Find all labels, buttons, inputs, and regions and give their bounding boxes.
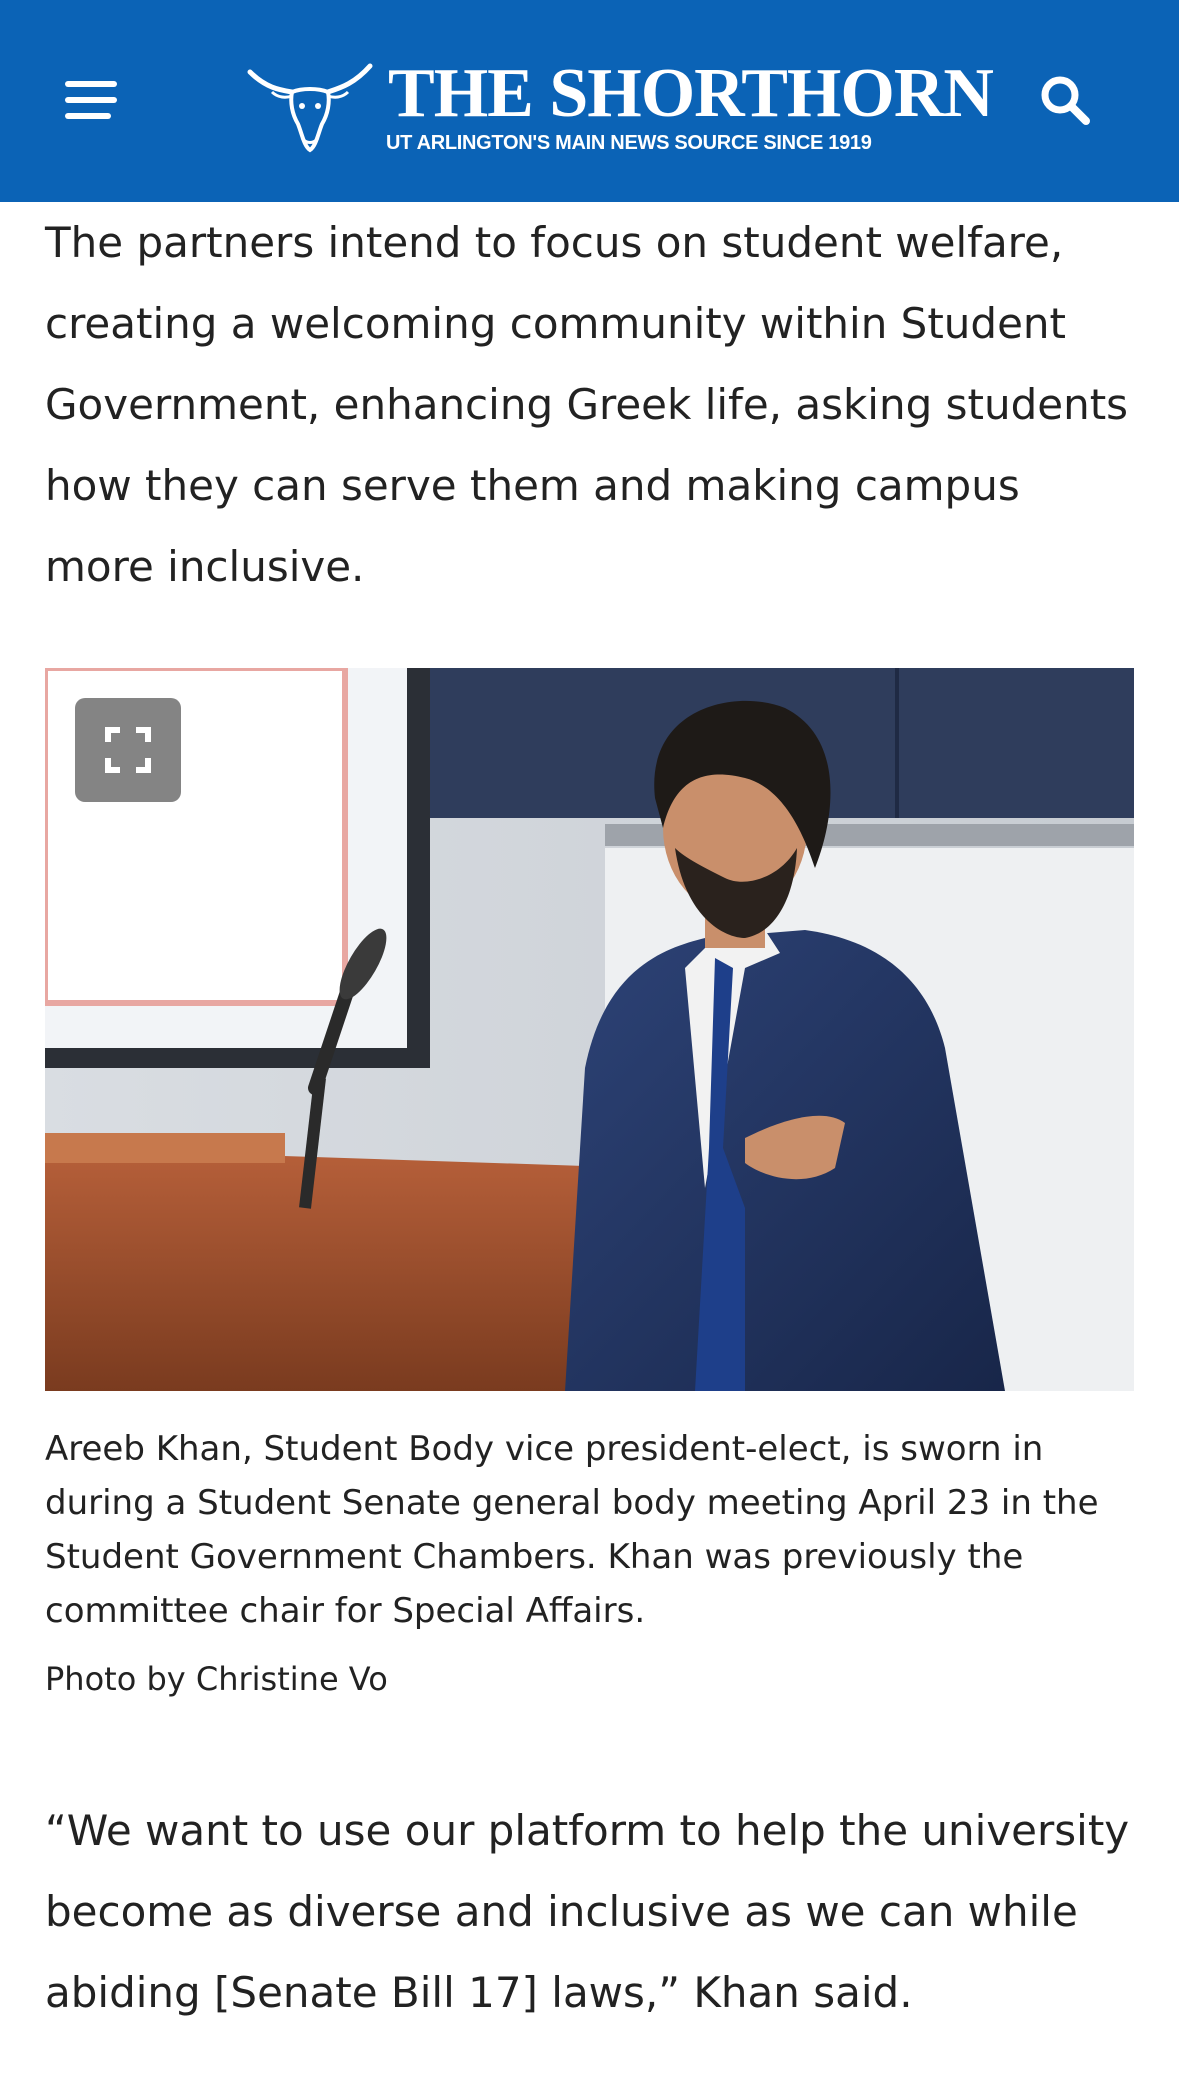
hamburger-menu-icon <box>65 81 117 119</box>
menu-button[interactable] <box>46 60 136 140</box>
article-quote-paragraph: “We want to use our platform to help the… <box>45 1806 1130 2017</box>
photo-image <box>45 668 1134 1391</box>
article-paragraph: The partners intend to focus on student … <box>45 218 1129 591</box>
photo-caption: Areeb Khan, Student Body vice president-… <box>45 1429 1099 1631</box>
fullscreen-expand-icon <box>105 727 151 773</box>
site-logo[interactable]: The Shorthorn UT ARLINGTON'S MAIN NEWS S… <box>246 55 994 162</box>
longhorn-logo-icon <box>247 63 373 153</box>
site-header: The Shorthorn UT ARLINGTON'S MAIN NEWS S… <box>0 0 1179 202</box>
logo-tagline: UT ARLINGTON'S MAIN NEWS SOURCE SINCE 19… <box>386 132 872 154</box>
fullscreen-button[interactable] <box>75 698 181 802</box>
photo-credit: Photo by Christine Vo <box>45 1660 388 1698</box>
article-photo[interactable] <box>45 668 1134 1391</box>
search-icon <box>1041 76 1090 125</box>
logo-title: The Shorthorn <box>388 55 994 132</box>
search-button[interactable] <box>1020 55 1110 145</box>
